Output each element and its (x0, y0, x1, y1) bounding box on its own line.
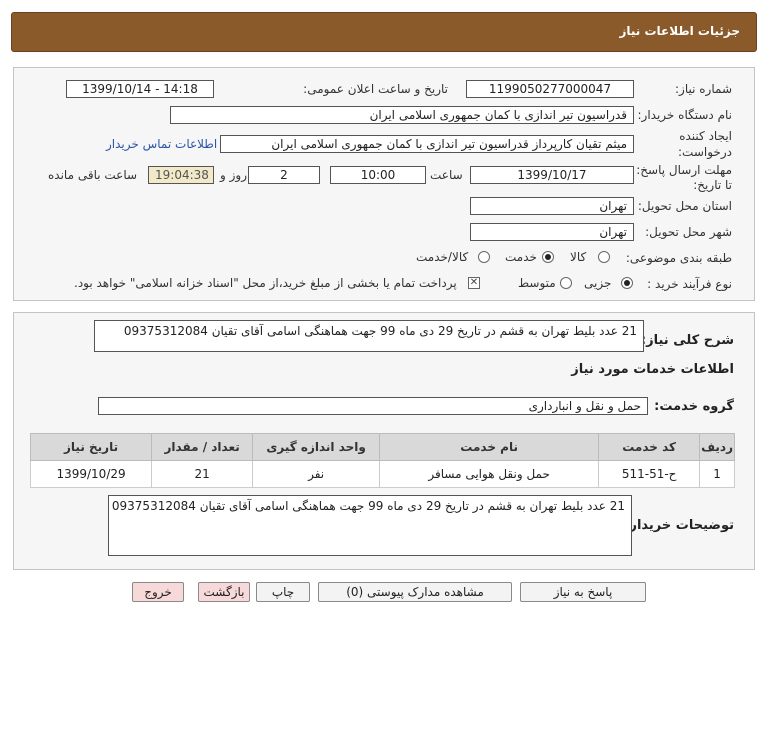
cell-quantity: 21 (151, 460, 254, 488)
remaining-time-field: 19:04:38 (148, 166, 214, 184)
process-option-medium: متوسط (518, 276, 556, 290)
category-option-service: خدمت (505, 250, 537, 264)
deadline-time-label: ساعت (430, 168, 463, 182)
table-row: 1 ح-51-511 حمل ونقل هوایی مسافر نفر 21 1… (29, 460, 735, 488)
summary-field: 21 عدد بلیط تهران به قشم در تاریخ 29 دی … (94, 320, 644, 352)
category-radio-goods[interactable] (598, 251, 610, 263)
process-radio-medium[interactable] (560, 277, 572, 289)
deadline-label-line1: مهلت ارسال پاسخ: (636, 163, 732, 177)
service-group-label: گروه خدمت: (654, 399, 734, 414)
print-button[interactable]: چاپ (256, 582, 310, 602)
attachments-button[interactable]: مشاهده مدارک پیوستی (0) (318, 582, 512, 602)
need-number-field: 1199050277000047 (466, 80, 634, 98)
category-radio-goods-service[interactable] (478, 251, 490, 263)
deadline-time-field: 10:00 (330, 166, 426, 184)
creator-label-line2: درخواست: (678, 145, 732, 159)
deadline-label-line2: تا تاریخ: (693, 178, 732, 192)
page-header: جزئیات اطلاعات نیاز (11, 12, 757, 52)
page-title: جزئیات اطلاعات نیاز (619, 24, 740, 38)
reply-button[interactable]: پاسخ به نیاز (520, 582, 646, 602)
col-header-quantity: تعداد / مقدار (151, 433, 254, 461)
city-label: شهر محل تحویل: (645, 225, 732, 239)
buyer-contact-link[interactable]: اطلاعات تماس خریدار (106, 137, 217, 151)
creator-field: میثم تقیان کارپرداز قدراسیون تیر اندازی … (220, 135, 634, 153)
col-header-service-code: کد خدمت (598, 433, 701, 461)
days-label: روز و (220, 168, 247, 182)
cell-unit: نفر (252, 460, 381, 488)
cell-service-code: ح-51-511 (598, 460, 701, 488)
province-label: استان محل تحویل: (637, 199, 732, 213)
process-radio-minor[interactable] (621, 277, 633, 289)
need-info-panel (13, 67, 755, 301)
days-remaining-field: 2 (248, 166, 320, 184)
category-option-goods: کالا (570, 250, 587, 264)
creator-label-line1: ایجاد کننده (679, 129, 732, 143)
category-label: طبقه بندی موضوعی: (625, 251, 732, 265)
table-header-row: ردیف کد خدمت نام خدمت واحد اندازه گیری ت… (29, 433, 735, 461)
announce-field: 1399/10/14 - 14:18 (66, 80, 214, 98)
treasury-checkbox[interactable]: ✕ (468, 277, 480, 289)
col-header-unit: واحد اندازه گیری (252, 433, 381, 461)
service-group-field: حمل و نقل و انبارداری (98, 397, 648, 415)
city-field: تهران (470, 223, 634, 241)
payment-note: پرداخت تمام یا بخشی از مبلغ خرید،از محل … (74, 276, 457, 290)
deadline-date-field: 1399/10/17 (470, 166, 634, 184)
category-radio-service[interactable] (542, 251, 554, 263)
cell-row-number: 1 (699, 460, 735, 488)
back-button[interactable]: بازگشت (198, 582, 250, 602)
summary-label: شرح کلی نیاز: (640, 333, 734, 348)
buyer-notes-label: توضیحات خریدار: (624, 518, 734, 533)
col-header-need-date: تاریخ نیاز (29, 433, 153, 461)
buyer-org-field: قدراسیون تیر اندازی با کمان جمهوری اسلام… (170, 106, 634, 124)
buyer-notes-field: 21 عدد بلیط تهران به قشم در تاریخ 29 دی … (108, 495, 632, 556)
process-label: نوع فرآیند خرید : (647, 277, 732, 291)
buyer-org-label: نام دستگاه خریدار: (637, 108, 733, 122)
need-number-label: شماره نیاز: (675, 82, 732, 96)
province-field: تهران (470, 197, 634, 215)
cell-service-name: حمل ونقل هوایی مسافر (379, 460, 600, 488)
process-option-minor: جزیی (584, 276, 612, 290)
col-header-row-number: ردیف (699, 433, 735, 461)
exit-button[interactable]: خروج (132, 582, 184, 602)
remaining-time-label: ساعت باقی مانده (48, 168, 138, 182)
announce-label: تاریخ و ساعت اعلان عمومی: (303, 82, 448, 96)
services-table: ردیف کد خدمت نام خدمت واحد اندازه گیری ت… (29, 433, 735, 488)
col-header-service-name: نام خدمت (379, 433, 600, 461)
cell-need-date: 1399/10/29 (29, 460, 153, 488)
category-option-goods-service: کالا/خدمت (416, 250, 469, 264)
services-heading: اطلاعات خدمات مورد نیاز (571, 362, 734, 377)
